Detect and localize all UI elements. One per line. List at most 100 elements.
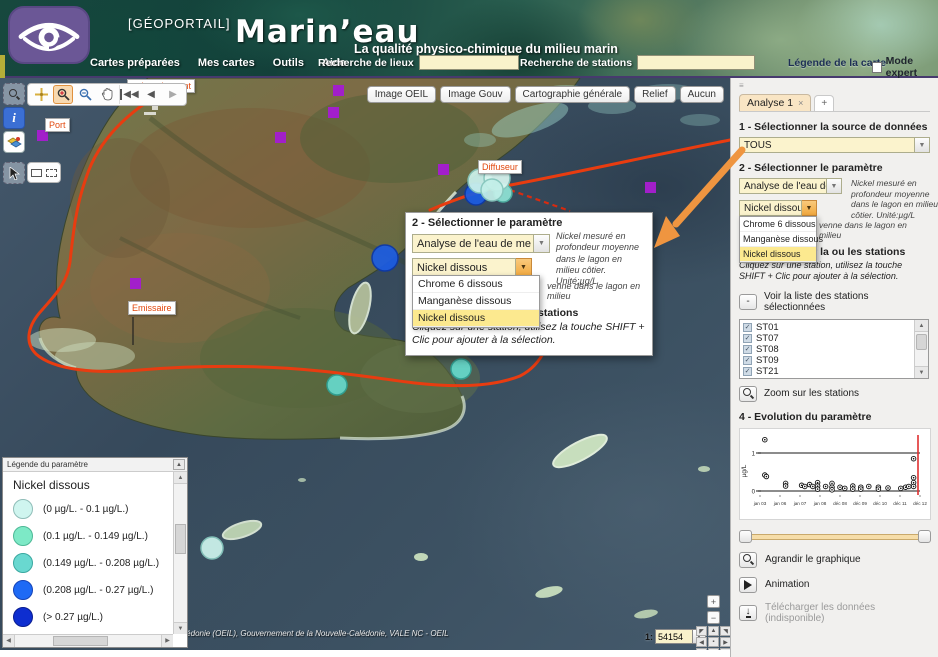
mine-site-marker[interactable] xyxy=(645,182,656,193)
station-checkbox[interactable] xyxy=(743,345,752,354)
basemap-button[interactable]: Image Gouv xyxy=(440,86,510,103)
scale-input[interactable] xyxy=(655,629,693,644)
mine-site-marker[interactable] xyxy=(438,164,449,175)
nav-link[interactable]: Outils xyxy=(273,57,304,69)
basemap-button[interactable]: Image OEIL xyxy=(367,86,436,103)
scrollbar-thumb[interactable] xyxy=(53,636,108,646)
popup-matrix-dropdown-arrow[interactable]: ▼ xyxy=(534,234,550,253)
history-first-button[interactable]: ◀◀ xyxy=(119,85,139,104)
station-row[interactable]: ST01 xyxy=(743,322,912,333)
zoom-in-tool[interactable] xyxy=(53,85,73,104)
matrix-dropdown-arrow[interactable]: ▼ xyxy=(827,178,842,194)
pan-center[interactable]: ▪ xyxy=(708,637,719,647)
basemap-button[interactable]: Cartographie générale xyxy=(515,86,631,103)
stations-scrollbar[interactable]: ▲ ▼ xyxy=(914,320,928,378)
search-places-input[interactable] xyxy=(419,55,519,70)
layers-button[interactable] xyxy=(3,131,25,153)
station-marker[interactable] xyxy=(327,375,347,395)
history-forward-button[interactable]: ▶ xyxy=(163,85,183,104)
pan-southwest[interactable]: ◣ xyxy=(696,648,707,650)
pan-south[interactable]: ▼ xyxy=(708,648,719,650)
scroll-left-arrow[interactable]: ◀ xyxy=(3,635,15,647)
legend-collapse-button[interactable]: ▲ xyxy=(173,459,185,470)
scroll-up-arrow[interactable]: ▲ xyxy=(174,472,187,484)
station-marker[interactable] xyxy=(201,537,223,559)
station-marker[interactable] xyxy=(481,179,503,201)
station-checkbox[interactable] xyxy=(743,334,752,343)
slider-handle-start[interactable] xyxy=(739,530,752,543)
legend-horizontal-scrollbar[interactable]: ◀ ▶ xyxy=(3,634,173,647)
mine-site-marker[interactable] xyxy=(328,107,339,118)
zoom-out-tool[interactable] xyxy=(75,85,95,104)
slider-track[interactable] xyxy=(741,534,929,540)
evolution-chart[interactable]: 01µg/Ljan 03jan 06jan 07jan 08déc 08déc … xyxy=(739,428,931,520)
pan-north[interactable]: ▲ xyxy=(708,626,719,636)
download-button[interactable]: ↓ xyxy=(739,605,757,621)
dropdown-option[interactable]: Chrome 6 dissous xyxy=(413,276,539,293)
pan-west[interactable]: ◀ xyxy=(696,637,707,647)
station-row[interactable]: ST09 xyxy=(743,355,912,366)
zoom-tool-button[interactable] xyxy=(3,83,25,105)
dropdown-option[interactable]: Nickel dissous xyxy=(413,310,539,327)
basemap-button[interactable]: Relief xyxy=(634,86,676,103)
station-checkbox[interactable] xyxy=(743,356,752,365)
zoom-in-button[interactable]: + xyxy=(707,595,720,608)
mine-site-marker[interactable] xyxy=(333,85,344,96)
station-checkbox[interactable] xyxy=(743,367,752,376)
mine-site-marker[interactable] xyxy=(130,278,141,289)
station-marker[interactable] xyxy=(372,245,398,271)
time-range-slider[interactable] xyxy=(741,530,929,543)
dropdown-option[interactable]: Chrome 6 dissous xyxy=(740,217,816,232)
nav-link[interactable]: Mes cartes xyxy=(198,57,255,69)
pan-northwest[interactable]: ◤ xyxy=(696,626,707,636)
stations-toggle-label[interactable]: Voir la liste des stations sélectionnées xyxy=(764,291,930,313)
pan-southeast[interactable]: ◢ xyxy=(720,648,730,650)
nav-link[interactable]: Cartes préparées xyxy=(90,57,180,69)
pointer-tool-button[interactable] xyxy=(3,162,25,184)
tab-analyse-1[interactable]: Analyse 1 × xyxy=(739,94,811,111)
animation-label[interactable]: Animation xyxy=(765,579,809,590)
scroll-right-arrow[interactable]: ▶ xyxy=(161,635,173,647)
scroll-down-arrow[interactable]: ▼ xyxy=(915,366,928,378)
map-viewport[interactable]: e de traitement Port Diffuseur Emissaire… xyxy=(0,78,730,650)
mode-expert-checkbox[interactable] xyxy=(872,62,882,73)
station-row[interactable]: ST08 xyxy=(743,344,912,355)
zoom-stations-button[interactable] xyxy=(739,386,757,402)
extent-select-icon[interactable] xyxy=(46,169,57,177)
legend-vertical-scrollbar[interactable]: ▲ ▼ xyxy=(173,472,187,634)
pan-crosshair-tool[interactable] xyxy=(31,85,51,104)
scrollbar-thumb[interactable] xyxy=(916,334,927,350)
oeil-logo[interactable] xyxy=(8,6,90,64)
dropdown-option[interactable]: Manganèse dissous xyxy=(413,293,539,310)
enlarge-chart-button[interactable] xyxy=(739,552,757,568)
scrollbar-thumb[interactable] xyxy=(175,524,186,554)
dropdown-option[interactable]: Manganèse dissous xyxy=(740,232,816,247)
add-analysis-tab[interactable]: + xyxy=(814,95,834,111)
station-checkbox[interactable] xyxy=(743,323,752,332)
stations-collapse-button[interactable]: - xyxy=(739,294,757,310)
tab-close-icon[interactable]: × xyxy=(798,98,803,108)
enlarge-chart-label[interactable]: Agrandir le graphique xyxy=(765,554,861,565)
source-select[interactable]: TOUS ▼ xyxy=(739,137,930,153)
pan-hand-tool[interactable] xyxy=(97,85,117,104)
sidebar-collapse-handle[interactable]: ≡ xyxy=(739,81,749,90)
scroll-down-arrow[interactable]: ▼ xyxy=(174,622,187,634)
info-button[interactable]: i xyxy=(3,107,25,129)
station-marker[interactable] xyxy=(451,359,471,379)
history-back-button[interactable]: ◀ xyxy=(141,85,161,104)
animation-button[interactable] xyxy=(739,577,757,593)
station-row[interactable]: ST21 xyxy=(743,366,912,377)
zoom-stations-label[interactable]: Zoom sur les stations xyxy=(764,388,859,399)
mine-site-marker[interactable] xyxy=(275,132,286,143)
scroll-up-arrow[interactable]: ▲ xyxy=(915,320,928,332)
source-dropdown-arrow[interactable]: ▼ xyxy=(915,137,930,153)
legend-titlebar[interactable]: Légende du paramètre ▲ xyxy=(3,458,187,472)
pan-east[interactable]: ▶ xyxy=(720,637,730,647)
station-row[interactable]: ST07 xyxy=(743,333,912,344)
box-select-icon[interactable] xyxy=(31,169,42,177)
pan-northeast[interactable]: ◥ xyxy=(720,626,730,636)
search-stations-input[interactable] xyxy=(637,55,755,70)
slider-handle-end[interactable] xyxy=(918,530,931,543)
dropdown-option[interactable]: Nickel dissous xyxy=(740,247,816,262)
param-dropdown-arrow[interactable]: ▼ xyxy=(802,200,817,216)
